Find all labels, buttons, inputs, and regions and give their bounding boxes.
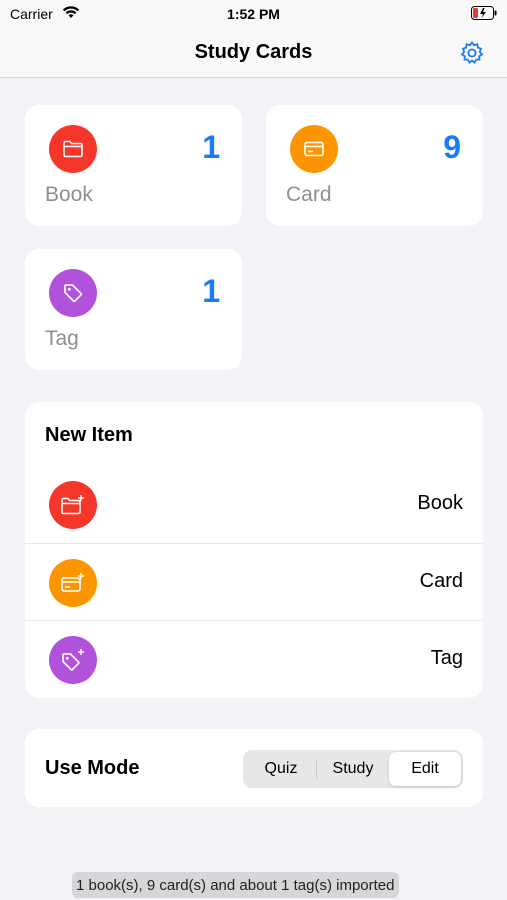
use-mode-segmented-control: Quiz Study Edit	[243, 750, 463, 788]
new-tag-row[interactable]: Tag	[25, 620, 483, 698]
card-stat-label: Card	[286, 183, 332, 206]
tags-stat-card[interactable]: 1 Tag	[25, 249, 242, 370]
tag-add-icon	[49, 636, 97, 684]
segment-edit-label: Edit	[411, 760, 439, 777]
use-mode-section: Use Mode Quiz Study Edit	[25, 729, 483, 807]
clock-time: 1:52 PM	[227, 6, 280, 22]
use-mode-label: Use Mode	[45, 757, 140, 779]
book-stat-label: Book	[45, 183, 93, 206]
card-count: 9	[443, 129, 461, 165]
segment-study[interactable]: Study	[317, 752, 389, 786]
segment-quiz-label: Quiz	[264, 760, 298, 777]
page-title: Study Cards	[194, 41, 313, 63]
import-toast: 1 book(s), 9 card(s) and about 1 tag(s) …	[72, 872, 399, 898]
navigation-bar: Study Cards	[0, 28, 507, 78]
books-stat-card[interactable]: 1 Book	[25, 105, 242, 226]
new-tag-label: Tag	[430, 647, 463, 669]
status-bar: Carrier 1:52 PM	[0, 0, 507, 28]
segment-quiz[interactable]: Quiz	[245, 752, 317, 786]
new-item-header: New Item	[45, 424, 133, 446]
book-count: 1	[202, 129, 220, 165]
cards-stat-card[interactable]: 9 Card	[266, 105, 483, 226]
credit-card-icon	[290, 125, 338, 173]
settings-gear-icon[interactable]	[459, 40, 485, 66]
new-card-label: Card	[419, 570, 463, 592]
new-item-section: New Item Book Card Tag	[25, 402, 483, 698]
battery-icon	[471, 6, 497, 23]
card-add-icon	[49, 559, 97, 607]
tag-count: 1	[202, 273, 220, 309]
tag-icon	[49, 269, 97, 317]
tag-stat-label: Tag	[45, 327, 79, 350]
folder-icon	[49, 125, 97, 173]
segment-edit[interactable]: Edit	[389, 752, 461, 786]
folder-add-icon	[49, 481, 97, 529]
new-card-row[interactable]: Card	[25, 543, 483, 621]
new-book-row[interactable]: Book	[25, 466, 483, 544]
segment-study-label: Study	[332, 760, 374, 777]
new-book-label: Book	[417, 492, 463, 514]
